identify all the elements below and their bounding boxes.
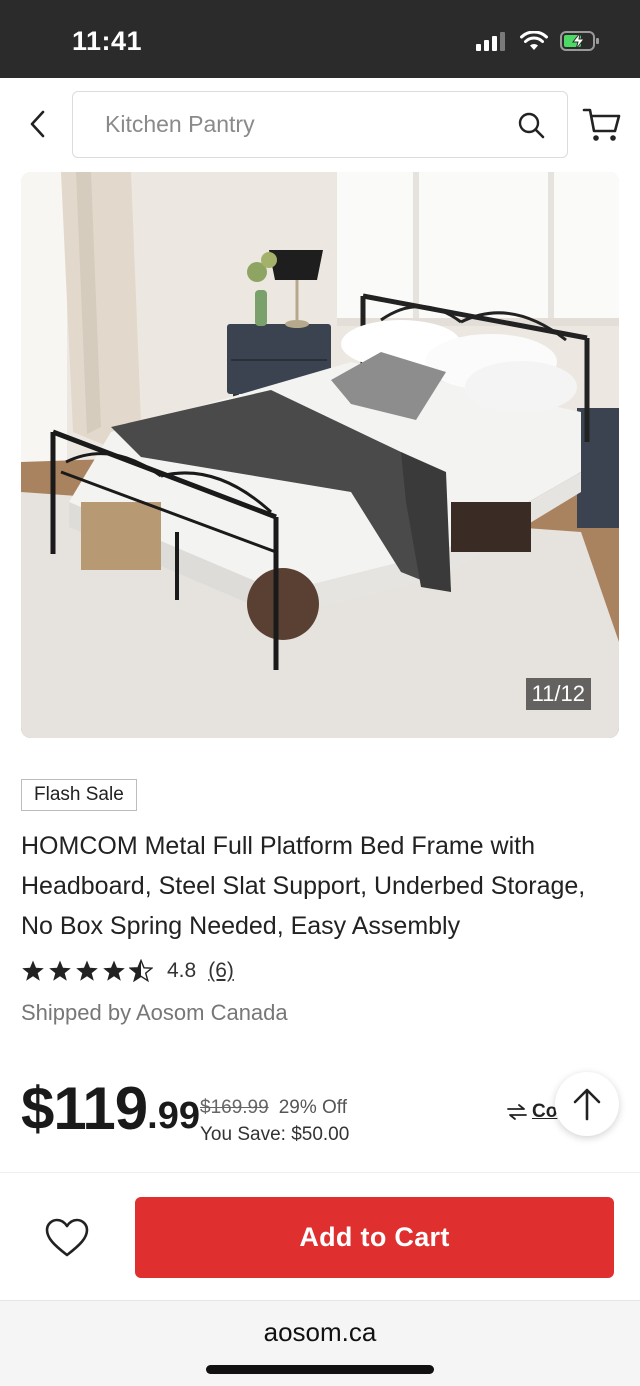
shopping-cart-icon[interactable] — [582, 104, 622, 144]
status-time: 11:41 — [72, 26, 143, 56]
header — [0, 78, 640, 172]
product-title: HOMCOM Metal Full Platform Bed Frame wit… — [21, 832, 586, 940]
add-to-cart-button[interactable]: Add to Cart — [135, 1197, 614, 1278]
savings-text: You Save: $50.00 — [200, 1124, 350, 1145]
status-icons — [476, 30, 600, 52]
rating-stars — [21, 959, 153, 983]
back-button[interactable] — [22, 108, 54, 140]
rating-value: 4.8 — [167, 959, 197, 982]
bed-photo — [21, 172, 619, 738]
star-icon — [76, 960, 98, 981]
domain-text[interactable]: aosom.ca — [0, 1317, 640, 1348]
search-input[interactable] — [105, 92, 485, 156]
price-meta: $169.99 29% Off You Save: $50.00 — [200, 1094, 349, 1148]
browser-address-bar[interactable]: aosom.ca — [0, 1300, 640, 1386]
shipped-by: Shipped by Aosom Canada — [21, 1000, 288, 1025]
home-indicator[interactable] — [206, 1365, 434, 1374]
price-cents: .99 — [147, 1095, 200, 1137]
image-counter: 11/12 — [525, 678, 591, 710]
status-bar: 11:41 — [0, 0, 640, 78]
scroll-to-top-button[interactable] — [555, 1072, 619, 1136]
compare-label: Co — [532, 1101, 558, 1122]
discount-percent: 29% Off — [278, 1097, 347, 1118]
rating-row[interactable]: 4.8 (6) — [21, 956, 234, 986]
search-box[interactable] — [72, 91, 568, 158]
half-star-icon — [129, 959, 153, 983]
arrow-up-icon — [573, 1088, 601, 1121]
star-icon — [103, 960, 125, 981]
compare-link[interactable]: Co — [506, 1101, 557, 1123]
star-icon — [22, 960, 44, 981]
bottom-action-bar: Add to Cart — [0, 1172, 640, 1300]
battery-charging-icon — [560, 31, 599, 51]
chevron-left-icon — [30, 110, 45, 138]
flash-sale-badge: Flash Sale — [21, 779, 137, 811]
price: $119 .99 — [21, 1078, 200, 1140]
cellular-signal-icon — [476, 32, 505, 51]
search-icon[interactable] — [517, 111, 545, 139]
price-whole: $119 — [21, 1075, 148, 1142]
review-count-link[interactable]: (6) — [208, 959, 234, 983]
product-image[interactable]: 11/12 — [21, 172, 619, 738]
original-price: $169.99 — [200, 1097, 269, 1118]
star-icon — [49, 960, 71, 981]
wifi-icon — [520, 31, 548, 50]
heart-icon[interactable] — [44, 1217, 90, 1259]
compare-arrows-icon — [507, 1104, 527, 1120]
